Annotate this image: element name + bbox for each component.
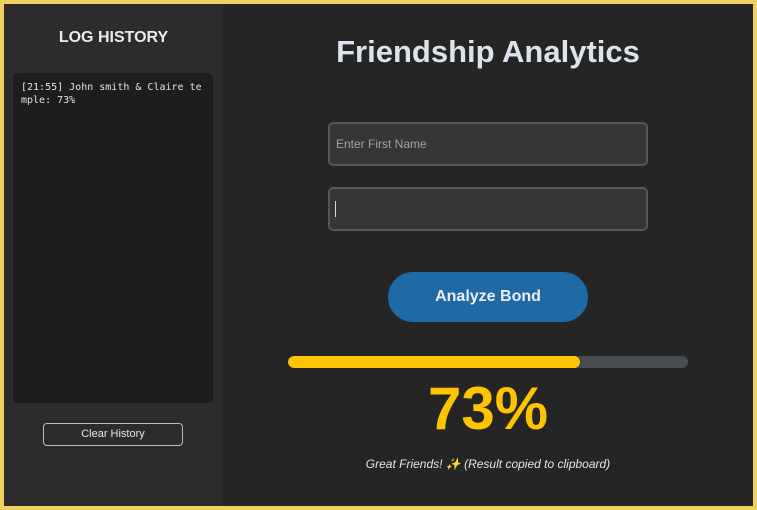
first-name-input[interactable] — [328, 122, 648, 166]
log-history-title: LOG HISTORY — [58, 29, 169, 46]
second-name-input[interactable] — [328, 187, 648, 231]
result-status-text: Great Friends! ✨ (Result copied to clipb… — [365, 457, 611, 471]
analyze-bond-button[interactable]: Analyze Bond — [388, 272, 588, 322]
progress-bar — [288, 356, 688, 368]
page-title: Friendship Analytics — [336, 34, 640, 69]
progress-bar-fill — [288, 356, 580, 368]
log-history-box[interactable]: [21:55] John smith & Claire temple: 73% — [13, 73, 213, 403]
text-cursor — [335, 201, 336, 217]
clear-history-button[interactable]: Clear History — [43, 423, 183, 446]
app-window: LOG HISTORY [21:55] John smith & Claire … — [0, 0, 757, 510]
log-entry: [21:55] John smith & Claire temple: 73% — [21, 82, 202, 106]
sidebar: LOG HISTORY [21:55] John smith & Claire … — [4, 4, 223, 506]
result-percentage: 73% — [427, 375, 549, 442]
